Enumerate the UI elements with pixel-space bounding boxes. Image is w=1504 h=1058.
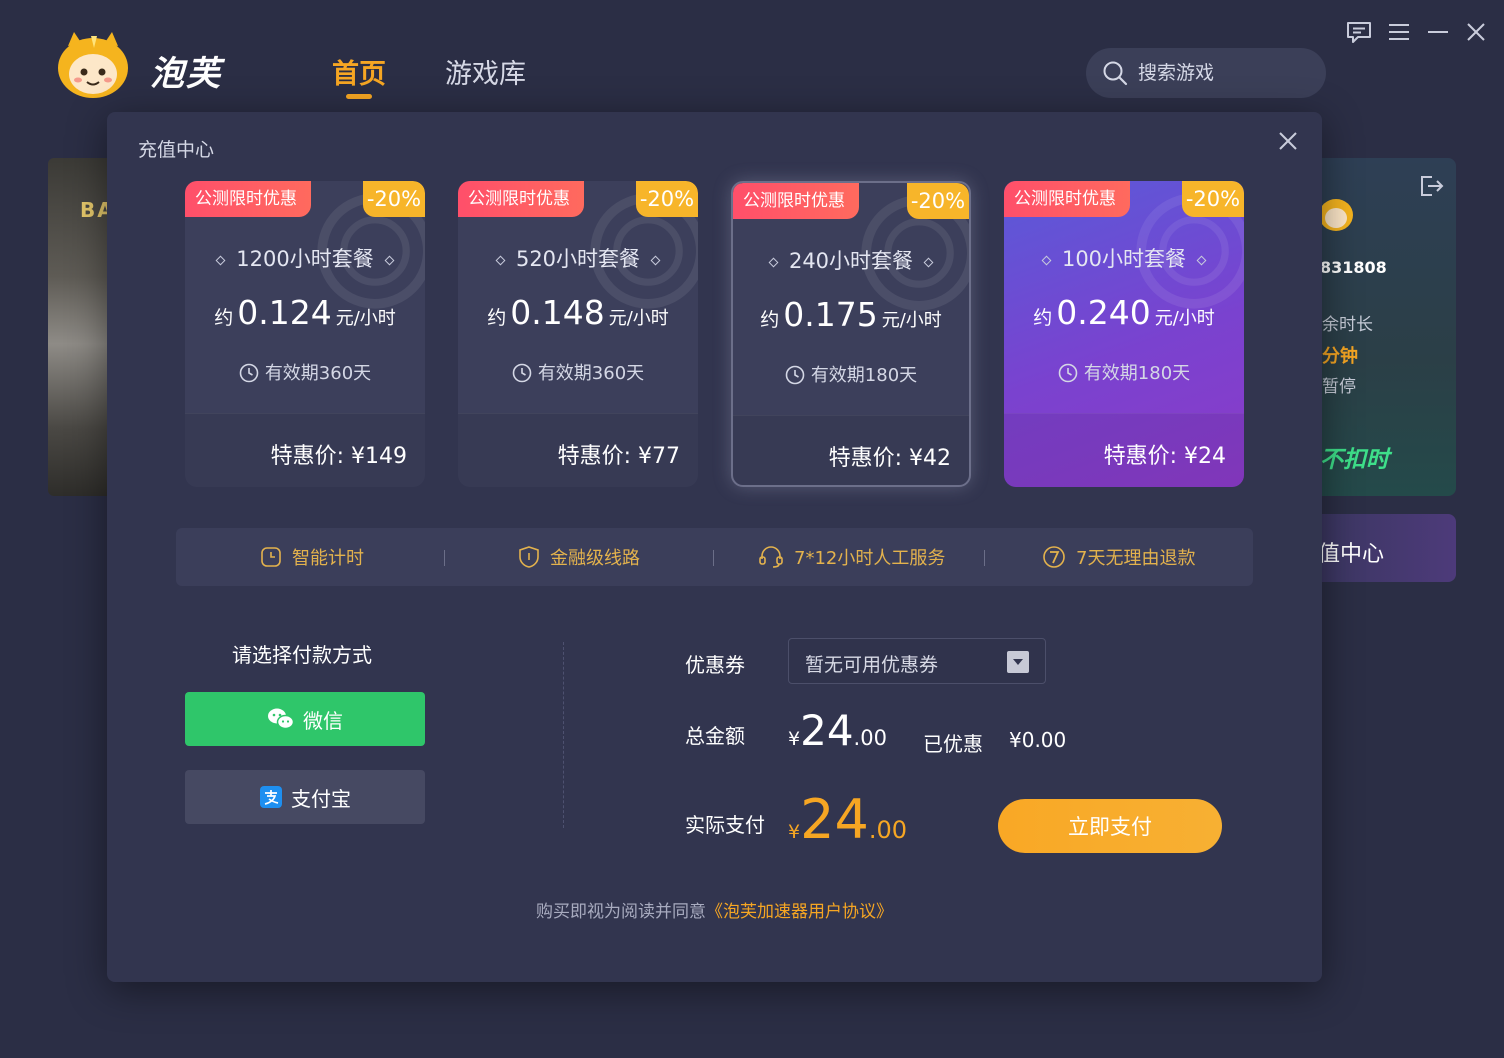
avatar (1319, 199, 1353, 231)
agreement-notice: 购买即视为阅读并同意《泡芙加速器用户协议》 (536, 902, 893, 922)
clock-icon (261, 547, 281, 567)
logout-icon[interactable] (1418, 174, 1444, 198)
remaining-time-label: 余时长 (1322, 315, 1373, 335)
search-box[interactable] (1086, 48, 1326, 98)
modal-title: 充值中心 (138, 139, 215, 161)
actual-payment-label: 实际支付 (685, 813, 765, 837)
close-icon (1467, 23, 1485, 41)
alipay-icon (260, 786, 282, 808)
feedback-icon (1347, 22, 1371, 43)
promo-tag: 公测限时优惠 (733, 183, 859, 219)
clock-icon (785, 365, 805, 385)
plan-name: 520小时套餐 (458, 243, 698, 273)
clock-icon (512, 363, 532, 383)
plan-price: 特惠价: ¥24 (1103, 444, 1226, 469)
discount-tag: -20% (363, 181, 425, 217)
plan-rate: 约 0.240 元/小时 (1033, 293, 1215, 332)
search-input[interactable] (1138, 62, 1308, 84)
discount-amount-label: 已优惠 (923, 732, 983, 756)
user-id: 831808 (1320, 258, 1387, 277)
actual-payment-amount: ¥24.00 (788, 788, 907, 851)
shield-icon (519, 546, 539, 568)
payment-method-label: 请选择付款方式 (232, 643, 372, 667)
menu-icon (1389, 24, 1409, 40)
pay-now-button[interactable]: 立即支付 (998, 799, 1222, 853)
feature-smart-timing: 智能计时 (260, 528, 364, 586)
plan-price: 特惠价: ¥149 (270, 444, 407, 469)
plan-rate: 约 0.175 元/小时 (760, 295, 942, 334)
window-close-button[interactable] (1462, 18, 1490, 46)
plan-rate: 约 0.148 元/小时 (487, 293, 669, 332)
plan-price: 特惠价: ¥42 (828, 446, 951, 471)
minimize-icon (1428, 31, 1448, 33)
user-agreement-link[interactable]: 《泡芙加速器用户协议》 (706, 902, 893, 922)
pause-status: 暂停 (1322, 377, 1356, 397)
feedback-button[interactable] (1345, 18, 1373, 46)
discount-tag: -20% (907, 183, 969, 219)
feature-financial-line: 金融级线路 (518, 528, 640, 586)
plan-name: 100小时套餐 (1004, 243, 1244, 273)
recharge-center-label: 值中心 (1318, 542, 1385, 567)
plan-name: 240小时套餐 (733, 245, 969, 275)
plan-validity: 有效期180天 (1004, 359, 1244, 385)
feature-refund: 7天无理由退款 (1042, 528, 1195, 586)
recharge-modal: 充值中心 公测限时优惠 -20% 1200小时套餐 约 0.124 元/小时 有效期… (107, 112, 1322, 982)
plan-name: 1200小时套餐 (185, 243, 425, 273)
modal-close-button[interactable] (1273, 126, 1303, 156)
discount-amount: ¥0.00 (1009, 728, 1067, 752)
promo-tag: 公测限时优惠 (185, 181, 311, 217)
discount-tag: -20% (1182, 181, 1244, 217)
nav-home-tab[interactable]: 首页 (332, 52, 386, 99)
discount-tag: -20% (636, 181, 698, 217)
plan-card-520h[interactable]: 公测限时优惠 -20% 520小时套餐 约 0.148 元/小时 有效期360天 特… (458, 181, 698, 487)
close-icon (1279, 132, 1297, 150)
coupon-value: 暂无可用优惠券 (805, 654, 939, 676)
plan-price: 特惠价: ¥77 (557, 444, 680, 469)
plan-card-240h[interactable]: 公测限时优惠 -20% 240小时套餐 约 0.175 元/小时 有效期180天 特… (731, 181, 971, 487)
recharge-center-button[interactable]: 值中心 (1310, 514, 1456, 582)
plan-validity: 有效期360天 (458, 359, 698, 385)
nav-library-tab[interactable]: 游戏库 (445, 52, 526, 91)
app-brand: 泡芙 (150, 54, 222, 94)
user-panel: 831808 余时长 分钟 暂停 不扣时 (1310, 158, 1456, 496)
coupon-dropdown[interactable]: 暂无可用优惠券 (788, 638, 1046, 684)
plan-validity: 有效期360天 (185, 359, 425, 385)
coupon-label: 优惠券 (685, 653, 745, 677)
alipay-button[interactable]: 支付宝 (185, 770, 425, 824)
app-logo (54, 30, 132, 102)
minimize-button[interactable] (1424, 18, 1452, 46)
clock-icon (239, 363, 259, 383)
search-icon (1103, 61, 1128, 86)
remaining-time-value: 分钟 (1322, 346, 1358, 367)
seven-days-icon (1043, 546, 1065, 568)
chevron-down-icon (1007, 651, 1029, 673)
feature-strip: 智能计时 金融级线路 7*12小时人工服务 7天无理由退款 (176, 528, 1253, 586)
feature-human-service: 7*12小时人工服务 (758, 528, 945, 586)
wechat-icon (268, 708, 295, 730)
clock-icon (1058, 363, 1078, 383)
total-amount-label: 总金额 (685, 724, 745, 748)
headset-icon (759, 546, 783, 568)
promo-tag: 公测限时优惠 (458, 181, 584, 217)
no-charge-slogan: 不扣时 (1320, 447, 1389, 473)
plan-card-100h[interactable]: 公测限时优惠 -20% 100小时套餐 约 0.240 元/小时 有效期180天 特… (1004, 181, 1244, 487)
plan-card-1200h[interactable]: 公测限时优惠 -20% 1200小时套餐 约 0.124 元/小时 有效期360天 … (185, 181, 425, 487)
plan-rate: 约 0.124 元/小时 (214, 293, 396, 332)
plan-validity: 有效期180天 (733, 361, 969, 387)
wechat-pay-button[interactable]: 微信 (185, 692, 425, 746)
total-amount: ¥24.00 (788, 706, 887, 755)
menu-button[interactable] (1385, 18, 1413, 46)
promo-tag: 公测限时优惠 (1004, 181, 1130, 217)
